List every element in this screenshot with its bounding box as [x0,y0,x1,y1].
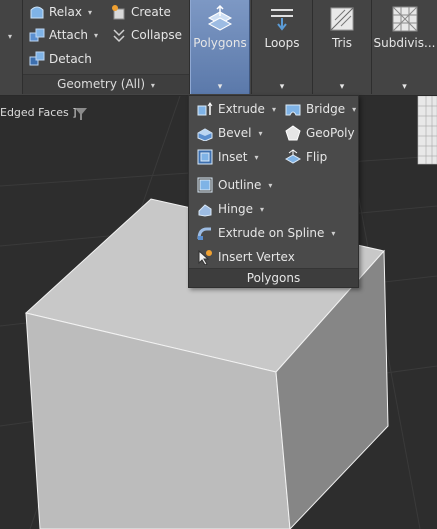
geometry-panel: Relax ▾ Attach ▾ Detach Create Collapse … [23,0,189,94]
attach-button[interactable]: Attach ▾ [29,25,98,45]
loops-icon [267,4,297,34]
flip-label: Flip [306,150,328,164]
chevron-down-icon: ▾ [93,30,98,40]
detach-button[interactable]: Detach [29,49,92,69]
bevel-label: Bevel [218,126,252,140]
subdivide-button[interactable]: Subdivis... ▾ [372,0,437,94]
extrude-menu-item[interactable]: Extrude ▾ [197,98,276,120]
insert-vertex-icon [197,249,213,266]
chevron-down-icon: ▾ [258,128,263,138]
create-icon [111,4,127,20]
polygons-dropdown-menu: Extrude ▾ Bridge ▾ Bevel ▾ GeoPoly Inset… [188,95,359,288]
hinge-menu-item[interactable]: Hinge ▾ [197,198,264,220]
chevron-down-icon: ▾ [254,152,259,162]
relax-label: Relax [49,5,82,19]
chevron-down-icon: ▾ [259,204,264,214]
filter-icon[interactable] [75,108,91,124]
polygons-menu-footer: Polygons [189,268,358,287]
ribbon: ▾ Relax ▾ Attach ▾ Detach Create Collaps… [0,0,437,96]
tris-button[interactable]: Tris ▾ [313,0,371,94]
extrude-on-spline-menu-item[interactable]: Extrude on Spline ▾ [197,222,335,244]
chevron-down-icon: ▾ [352,104,357,114]
detach-icon [29,51,45,67]
chevron-down-icon: ▾ [339,82,345,92]
bevel-menu-item[interactable]: Bevel ▾ [197,122,262,144]
chevron-down-icon: ▾ [217,82,223,92]
geopoly-icon [285,125,301,141]
outline-menu-item[interactable]: Outline ▾ [197,174,272,196]
chevron-down-icon: ▾ [402,82,407,92]
loops-button[interactable]: Loops ▾ [252,0,312,94]
collapse-label: Collapse [131,28,182,42]
create-label: Create [131,5,171,19]
geometry-panel-title: Geometry (All) [57,77,146,91]
bridge-label: Bridge [306,102,346,116]
detach-label: Detach [49,52,92,66]
inset-label: Inset [218,150,248,164]
chevron-down-icon[interactable]: ▾ [8,32,12,41]
outline-label: Outline [218,178,262,192]
bridge-menu-item[interactable]: Bridge ▾ [285,98,356,120]
relax-button[interactable]: Relax ▾ [29,2,92,22]
extrude-spline-label: Extrude on Spline [218,226,325,240]
chevron-down-icon: ▾ [279,82,285,92]
hinge-label: Hinge [218,202,253,216]
hinge-icon [197,201,213,217]
attach-label: Attach [49,28,88,42]
polygons-button[interactable]: Polygons ▾ [190,0,250,94]
extrude-spline-icon [197,225,213,241]
geopoly-menu-item[interactable]: GeoPoly [285,122,355,144]
tris-icon [327,4,357,34]
subdivide-label: Subdivis... [373,36,436,50]
bridge-icon [285,101,301,117]
chevron-down-icon: ▾ [268,180,273,190]
bevel-icon [197,125,213,142]
extrude-icon [197,101,213,117]
chevron-down-icon: ▾ [150,81,155,90]
create-button[interactable]: Create [111,2,171,22]
flip-icon [284,149,302,165]
ribbon-panel-stub: ▾ [0,0,22,94]
insert-vertex-menu-item[interactable]: Insert Vertex [197,246,295,268]
chevron-down-icon: ▾ [87,7,92,17]
relax-icon [29,4,45,20]
insert-vertex-label: Insert Vertex [218,250,295,264]
outline-icon [197,177,213,193]
collapse-icon [111,27,127,43]
geometry-panel-footer[interactable]: Geometry (All) ▾ [23,74,189,94]
polygons-label: Polygons [193,36,247,50]
inset-icon [197,149,213,165]
tris-label: Tris [331,36,353,50]
chevron-down-icon: ▾ [271,104,276,114]
polygons-icon [205,4,235,34]
inset-menu-item[interactable]: Inset ▾ [197,146,259,168]
viewport-label[interactable]: Edged Faces ] [0,106,77,119]
loops-label: Loops [264,36,300,50]
subdivide-icon [390,4,420,34]
attach-icon [29,27,45,43]
collapse-button[interactable]: Collapse [111,25,182,45]
extrude-label: Extrude [218,102,265,116]
flip-menu-item[interactable]: Flip [284,146,328,168]
chevron-down-icon: ▾ [331,228,336,238]
geopoly-label: GeoPoly [306,126,355,140]
